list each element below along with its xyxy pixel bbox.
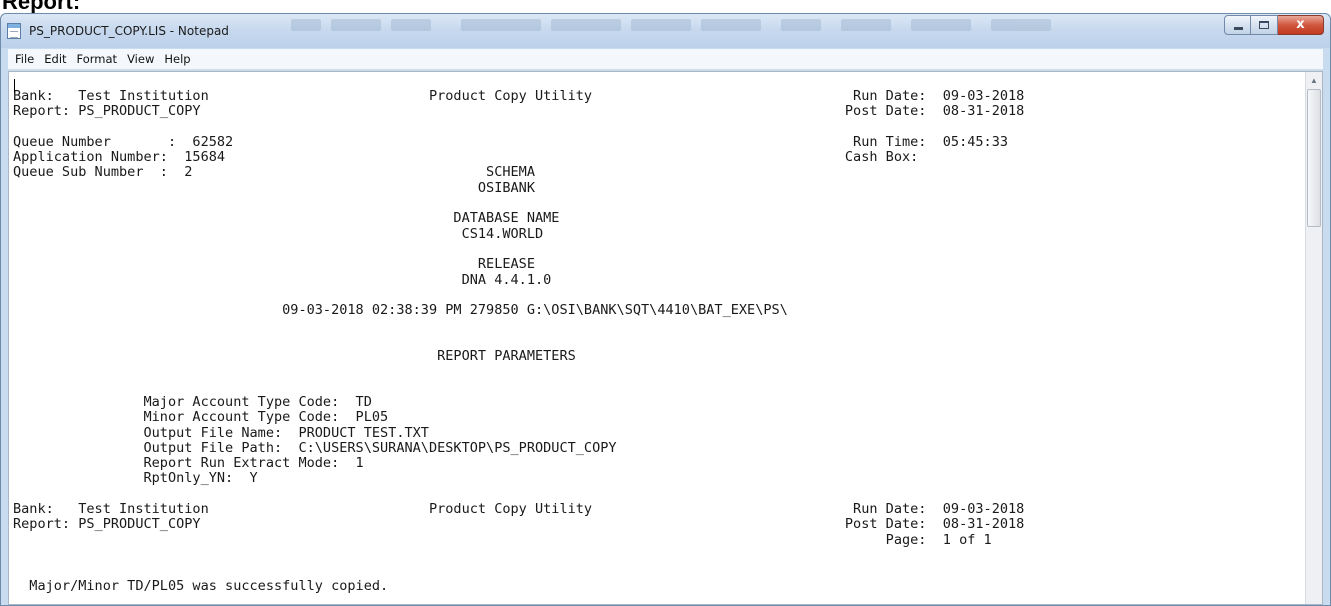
- notepad-icon[interactable]: [7, 23, 21, 39]
- maximize-button[interactable]: [1251, 15, 1278, 35]
- menu-view[interactable]: View: [122, 52, 159, 66]
- menu-edit[interactable]: Edit: [39, 52, 71, 66]
- caption-buttons: x: [1224, 15, 1324, 35]
- text-editor[interactable]: Bank: Test Institution Product Copy Util…: [8, 71, 1323, 605]
- menu-bar: File Edit Format View Help: [8, 49, 1323, 70]
- window-title: PS_PRODUCT_COPY.LIS - Notepad: [29, 24, 229, 38]
- scroll-thumb[interactable]: [1307, 89, 1321, 227]
- vertical-scrollbar[interactable]: ▲: [1305, 72, 1322, 604]
- background-ribbon-ghost: [291, 17, 1091, 35]
- scroll-up-arrow-icon[interactable]: ▲: [1306, 72, 1322, 89]
- document-heading: Report:: [2, 0, 81, 14]
- minimize-icon: [1234, 27, 1243, 30]
- maximize-icon: [1259, 21, 1269, 29]
- report-text[interactable]: Bank: Test Institution Product Copy Util…: [13, 88, 1292, 594]
- text-caret: [14, 79, 15, 93]
- notepad-window: PS_PRODUCT_COPY.LIS - Notepad x File Edi…: [0, 13, 1331, 606]
- menu-help[interactable]: Help: [159, 52, 195, 66]
- close-button[interactable]: x: [1278, 15, 1324, 35]
- title-bar[interactable]: PS_PRODUCT_COPY.LIS - Notepad x: [1, 14, 1330, 48]
- minimize-button[interactable]: [1224, 15, 1251, 35]
- menu-format[interactable]: Format: [72, 52, 123, 66]
- menu-file[interactable]: File: [10, 52, 39, 66]
- close-icon: x: [1296, 17, 1305, 32]
- document-text-area[interactable]: Bank: Test Institution Product Copy Util…: [13, 75, 1292, 604]
